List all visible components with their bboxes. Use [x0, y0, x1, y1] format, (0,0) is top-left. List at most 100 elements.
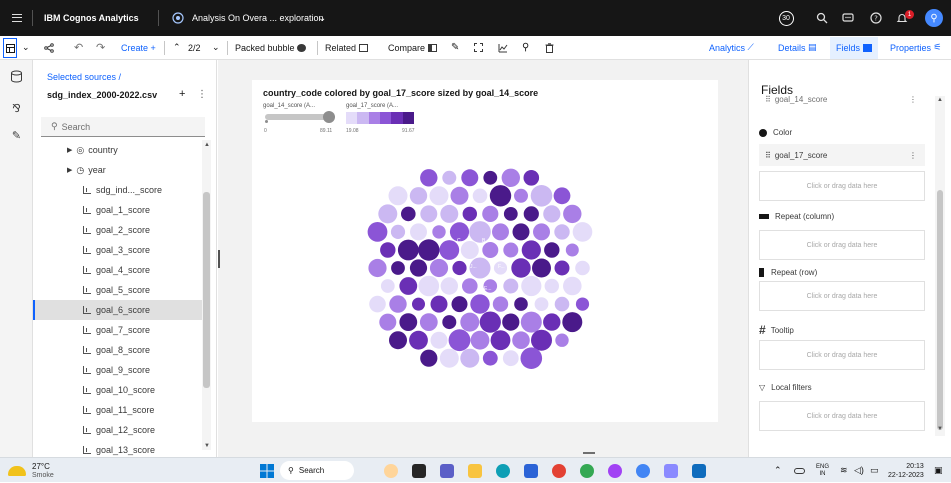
bubble[interactable] [462, 206, 477, 222]
bubble[interactable] [575, 297, 590, 311]
network-app-icon[interactable] [664, 458, 678, 483]
bubble[interactable] [420, 349, 438, 367]
tree-item-column[interactable]: goal_8_score [33, 340, 203, 360]
bubble[interactable] [440, 204, 459, 223]
chrome-profile-3-icon[interactable] [636, 458, 650, 483]
bubble[interactable] [492, 223, 509, 241]
bubble[interactable] [492, 296, 509, 312]
tree-item-column[interactable]: goal_12_score [33, 420, 203, 440]
tree-item-column[interactable]: goal_5_score [33, 280, 203, 300]
bubble[interactable] [430, 331, 448, 349]
bubble[interactable] [531, 329, 552, 351]
bubble[interactable] [554, 224, 570, 240]
bubble[interactable] [482, 350, 498, 366]
tree-item-column[interactable]: goal_3_score [33, 240, 203, 260]
panel-resize-handle[interactable] [218, 250, 220, 268]
compare-button[interactable]: Compare [388, 36, 437, 59]
pin-icon[interactable]: ✎ [451, 36, 459, 59]
color-drop-zone[interactable]: Click or drag data here [759, 171, 925, 201]
bubble[interactable] [367, 222, 388, 242]
properties-tab[interactable]: Properties ⚟ [890, 36, 942, 59]
bubble[interactable] [553, 187, 571, 205]
bubble[interactable] [544, 278, 559, 294]
chrome-profile-2-icon[interactable] [608, 458, 622, 483]
language-indicator[interactable]: ENG IN [816, 458, 829, 483]
bubble[interactable] [389, 295, 407, 313]
tree-item-column[interactable]: goal_9_score [33, 360, 203, 380]
color-field-menu-icon[interactable]: ⋮ [909, 151, 917, 160]
bubble[interactable] [521, 240, 541, 260]
tree-item-column[interactable]: goal_2_score [33, 220, 203, 240]
bubble[interactable] [388, 186, 408, 206]
bubble[interactable] [502, 350, 519, 367]
bubble[interactable] [409, 330, 428, 350]
repeat-column-drop-zone[interactable]: Click or drag data here [759, 230, 925, 260]
sources-scrollbar-thumb[interactable] [203, 192, 210, 388]
local-filters-drop-zone[interactable]: Click or drag data here [759, 401, 925, 431]
insights-icon[interactable] [498, 36, 508, 59]
bubble[interactable] [503, 242, 519, 258]
details-tab[interactable]: Details ▤ [778, 36, 817, 59]
bubble[interactable] [429, 258, 449, 278]
tray-expand-icon[interactable]: ⌃ [774, 458, 782, 483]
chevron-down-icon[interactable]: ⌄ [318, 0, 326, 36]
bubble[interactable] [432, 225, 446, 239]
notifications-icon[interactable]: 1 [892, 8, 914, 28]
outlook-icon[interactable] [692, 458, 706, 483]
navigation-tree-icon[interactable]: ⅋ [8, 100, 25, 117]
bubble[interactable] [397, 239, 419, 261]
bubble[interactable] [503, 207, 518, 221]
tree-item-column[interactable]: goal_6_score [33, 300, 203, 320]
tooltip-drop-zone[interactable]: Click or drag data here [759, 340, 925, 370]
bubble[interactable] [409, 187, 428, 205]
bubble[interactable] [501, 168, 520, 187]
bubble[interactable] [420, 205, 438, 223]
help-icon[interactable]: ? [866, 8, 886, 28]
bubble[interactable] [442, 170, 457, 185]
bubble[interactable] [409, 259, 428, 277]
bubble[interactable] [555, 333, 569, 347]
add-source-button[interactable]: + [179, 88, 185, 100]
bubble[interactable] [380, 242, 396, 258]
tree-item-column[interactable]: sdg_ind..._score [33, 180, 203, 200]
weather-widget[interactable]: 27°C Smoke [8, 458, 54, 483]
tree-item-column[interactable]: goal_7_score [33, 320, 203, 340]
bubble[interactable] [410, 223, 427, 241]
bubble[interactable] [419, 313, 438, 331]
filter-icon[interactable]: ⚲ [522, 36, 529, 59]
bubble[interactable] [418, 275, 440, 297]
search-input[interactable]: ⚲ Search [41, 117, 205, 137]
bubble[interactable] [543, 313, 561, 331]
edge-icon[interactable] [496, 458, 510, 483]
bubble[interactable] [523, 170, 540, 186]
bubble[interactable] [430, 295, 448, 313]
bubble[interactable] [521, 275, 542, 297]
document-title[interactable]: Analysis On Overa ... exploration [192, 0, 324, 36]
notification-center-icon[interactable]: ▣ [934, 458, 943, 483]
pin-panel-icon[interactable]: ✎ [8, 127, 25, 144]
cloud-icon[interactable] [794, 458, 805, 483]
bubble[interactable] [520, 347, 543, 370]
fields-tab[interactable]: Fields [830, 37, 878, 59]
bubble[interactable] [490, 330, 511, 351]
file-explorer-icon[interactable] [468, 458, 482, 483]
redo-icon[interactable]: ↷ [96, 36, 105, 59]
more-options-icon[interactable]: ⋮ [197, 89, 207, 100]
undo-icon[interactable]: ↶ [74, 36, 83, 59]
bubble[interactable] [572, 222, 593, 242]
bubble[interactable] [575, 260, 590, 276]
bubble[interactable] [470, 330, 490, 350]
fields-scrollbar-thumb[interactable] [937, 190, 943, 430]
bubble[interactable] [520, 311, 542, 333]
data-view-icon[interactable] [3, 38, 17, 58]
bubble[interactable] [439, 348, 459, 368]
tree-item-column[interactable]: goal_10_score [33, 380, 203, 400]
bubble[interactable] [412, 297, 425, 311]
chat-icon[interactable] [838, 8, 858, 28]
visualization-type-button[interactable]: Packed bubble [235, 36, 307, 59]
bubble[interactable] [401, 206, 416, 222]
volume-icon[interactable]: ◁) [854, 458, 864, 483]
tree-item-column[interactable]: goal_11_score [33, 400, 203, 420]
bubble[interactable] [399, 277, 418, 295]
wifi-icon[interactable]: ≋ [840, 458, 848, 483]
